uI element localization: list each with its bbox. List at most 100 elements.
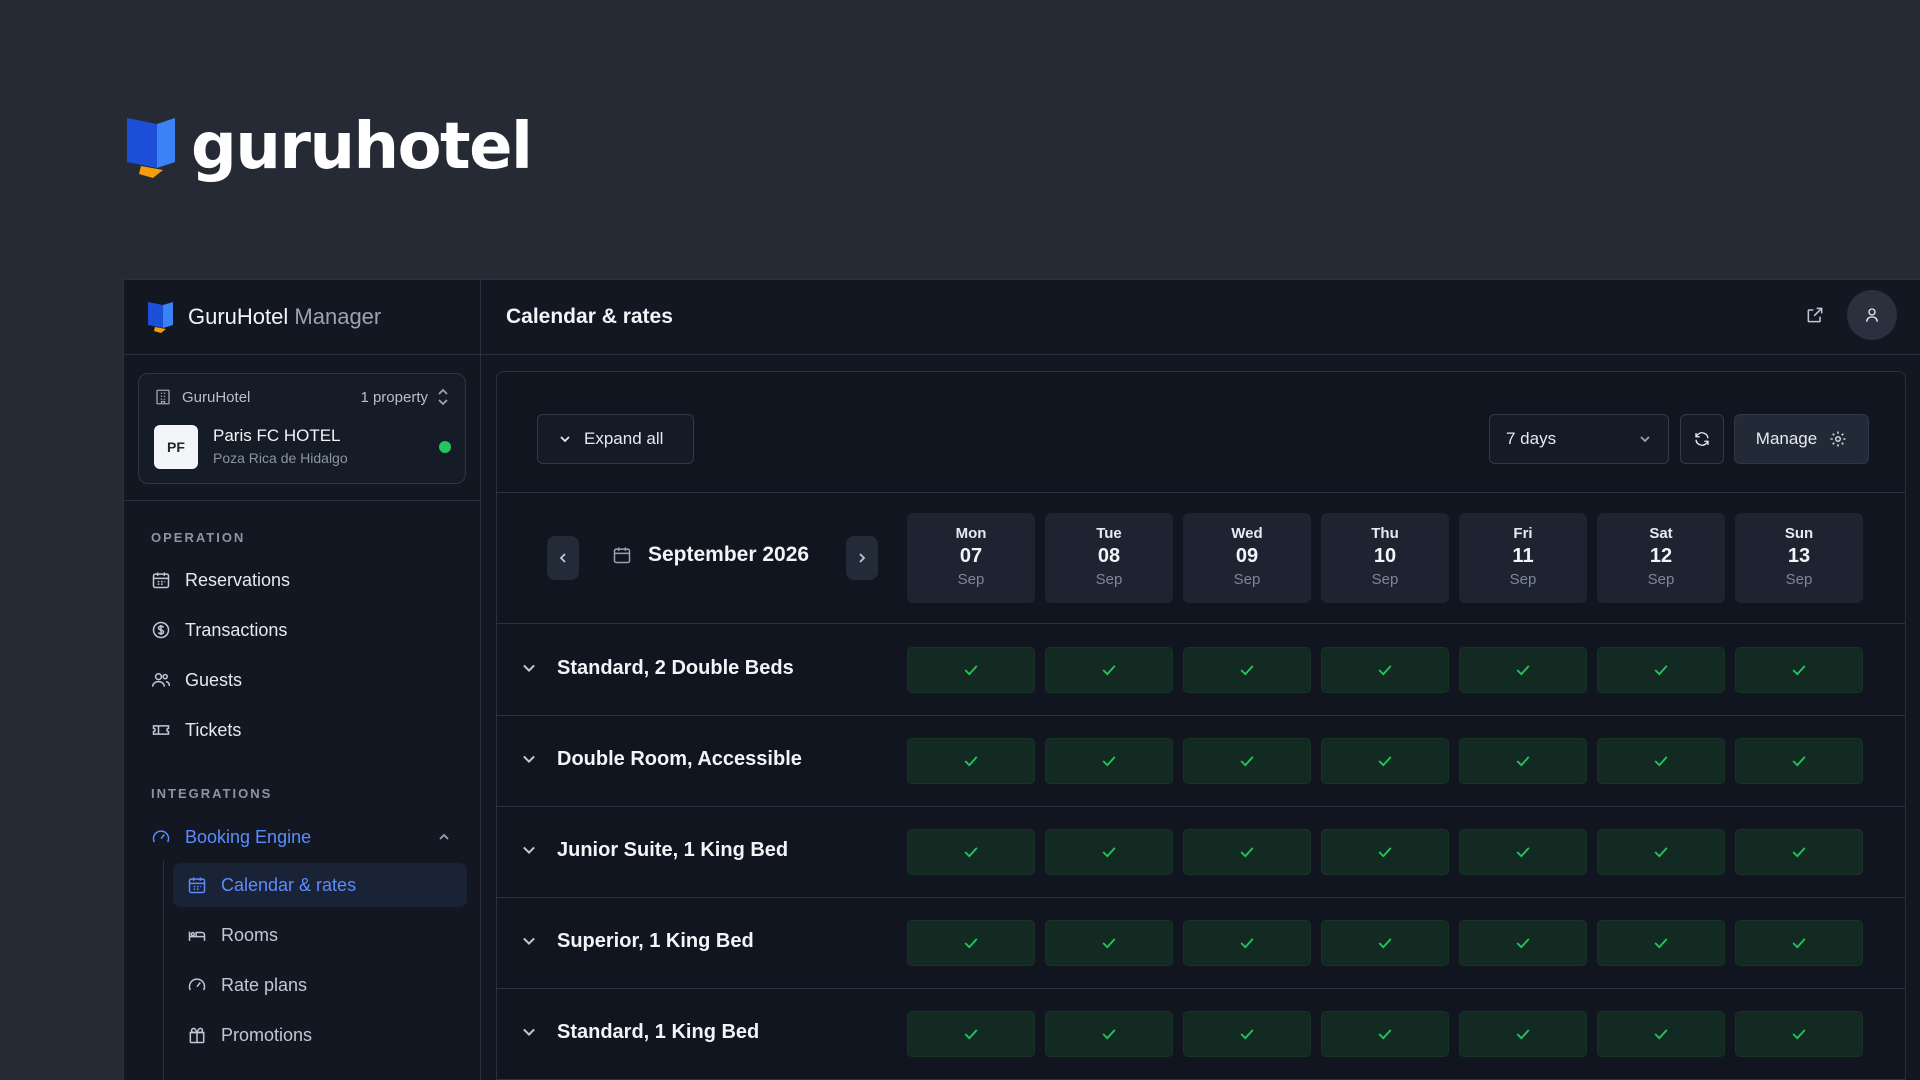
availability-cell[interactable] — [1183, 647, 1311, 693]
sidebar-item-label: Reservations — [185, 569, 291, 590]
availability-cell[interactable] — [1045, 647, 1173, 693]
header-actions — [1805, 290, 1897, 340]
availability-cell[interactable] — [1597, 1011, 1725, 1057]
room-expand-toggle[interactable] — [520, 750, 538, 768]
availability-cell[interactable] — [1183, 920, 1311, 966]
external-link-icon[interactable] — [1805, 305, 1825, 325]
refresh-button[interactable] — [1680, 414, 1724, 464]
availability-cell[interactable] — [1045, 1011, 1173, 1057]
availability-cell[interactable] — [907, 920, 1035, 966]
availability-cell[interactable] — [1735, 738, 1863, 784]
check-icon — [1102, 665, 1116, 676]
sidebar-subitem-rate-plans[interactable]: Rate plans — [173, 963, 467, 1007]
availability-cell[interactable] — [1321, 829, 1449, 875]
availability-cell[interactable] — [1321, 738, 1449, 784]
sidebar-subitem-rooms[interactable]: Rooms — [173, 913, 467, 957]
day-month: Sep — [1095, 571, 1123, 588]
room-name: Standard, 1 King Bed — [557, 1021, 760, 1043]
section-label-operation: OPERATION — [151, 530, 246, 545]
refresh-icon — [1695, 432, 1709, 446]
calendar-icon — [152, 572, 170, 589]
sidebar-subitem-calendar-rates[interactable]: Calendar & rates — [173, 863, 467, 907]
room-expand-toggle[interactable] — [520, 1023, 538, 1041]
room-expand-toggle[interactable] — [520, 932, 538, 950]
sidebar-subitem-promotions[interactable]: Promotions — [173, 1013, 467, 1057]
check-icon — [1378, 938, 1392, 949]
availability-cell[interactable] — [1459, 920, 1587, 966]
chevron-down-icon — [523, 846, 535, 855]
check-icon — [964, 1029, 978, 1040]
availability-cell[interactable] — [1321, 647, 1449, 693]
sidebar-item-guests[interactable]: Guests — [151, 665, 242, 695]
check-icon — [1792, 847, 1806, 858]
sidebar-item-transactions[interactable]: Transactions — [151, 615, 287, 645]
chevron-up-icon[interactable] — [437, 830, 451, 844]
availability-cell[interactable] — [1735, 647, 1863, 693]
day-number: 09 — [1235, 545, 1259, 567]
check-icon — [1378, 665, 1392, 676]
availability-cell[interactable] — [1183, 829, 1311, 875]
day-month: Sep — [1233, 571, 1261, 588]
availability-cell[interactable] — [907, 1011, 1035, 1057]
availability-cell[interactable] — [1183, 1011, 1311, 1057]
sidebar-item-label: Guests — [185, 669, 243, 690]
room-expand-toggle[interactable] — [520, 659, 538, 677]
user-avatar-button[interactable] — [1847, 290, 1897, 340]
check-icon — [1792, 1029, 1806, 1040]
check-icon — [964, 847, 978, 858]
availability-cell[interactable] — [1735, 829, 1863, 875]
range-select[interactable]: 7 days — [1489, 414, 1669, 464]
availability-cell[interactable] — [1183, 738, 1311, 784]
day-name: Fri — [1513, 525, 1533, 542]
availability-cell[interactable] — [1459, 829, 1587, 875]
check-icon — [1654, 847, 1668, 858]
availability-cell[interactable] — [1597, 738, 1725, 784]
availability-cell[interactable] — [1735, 1011, 1863, 1057]
availability-cell[interactable] — [1597, 920, 1725, 966]
expand-all-button[interactable]: Expand all — [537, 414, 694, 464]
next-week-button[interactable] — [846, 536, 878, 580]
availability-cell[interactable] — [1459, 1011, 1587, 1057]
availability-cell[interactable] — [1321, 1011, 1449, 1057]
sidebar-item-reservations[interactable]: Reservations — [151, 565, 290, 595]
property-avatar: PF — [154, 425, 198, 469]
day-name: Thu — [1371, 525, 1399, 542]
availability-cell[interactable] — [1045, 920, 1173, 966]
availability-cell[interactable] — [907, 829, 1035, 875]
check-icon — [1654, 665, 1668, 676]
check-icon — [1240, 847, 1254, 858]
availability-cell[interactable] — [907, 647, 1035, 693]
chevron-up-down-icon[interactable] — [436, 388, 450, 406]
sidebar-item-tickets[interactable]: Tickets — [151, 715, 241, 745]
calendar-panel: Expand all 7 days Manage September 2026 … — [496, 371, 1906, 1080]
day-name: Sun — [1784, 525, 1814, 542]
check-icon — [1516, 665, 1530, 676]
availability-cell[interactable] — [1459, 647, 1587, 693]
sidebar-item-label: Rate plans — [221, 974, 308, 995]
expand-all-label: Expand all — [584, 429, 664, 448]
check-icon — [1792, 665, 1806, 676]
sidebar-item-booking-engine[interactable]: Booking Engine — [151, 822, 451, 852]
sidebar-header: GuruHotel Manager — [124, 280, 480, 355]
property-switcher[interactable]: GuruHotel 1 property PF Paris FC HOTEL P… — [138, 373, 466, 484]
availability-cell[interactable] — [1597, 829, 1725, 875]
availability-cell[interactable] — [907, 738, 1035, 784]
user-icon — [1866, 308, 1878, 322]
sidebar: GuruHotel Manager GuruHotel 1 property P… — [124, 280, 481, 1080]
sidebar-item-label: Rooms — [221, 924, 279, 945]
submenu-guide-line — [163, 860, 164, 1080]
availability-cell[interactable] — [1045, 829, 1173, 875]
availability-cell[interactable] — [1045, 738, 1173, 784]
availability-cell[interactable] — [1321, 920, 1449, 966]
availability-cell[interactable] — [1597, 647, 1725, 693]
availability-cell[interactable] — [1735, 920, 1863, 966]
room-expand-toggle[interactable] — [520, 841, 538, 859]
sidebar-item-label: Promotions — [221, 1024, 313, 1045]
sidebar-item-label: Calendar & rates — [221, 874, 357, 895]
manage-button[interactable]: Manage — [1734, 414, 1869, 464]
prev-week-button[interactable] — [547, 536, 579, 580]
room-name: Superior, 1 King Bed — [557, 930, 754, 952]
check-icon — [1654, 1029, 1668, 1040]
check-icon — [1792, 756, 1806, 767]
availability-cell[interactable] — [1459, 738, 1587, 784]
